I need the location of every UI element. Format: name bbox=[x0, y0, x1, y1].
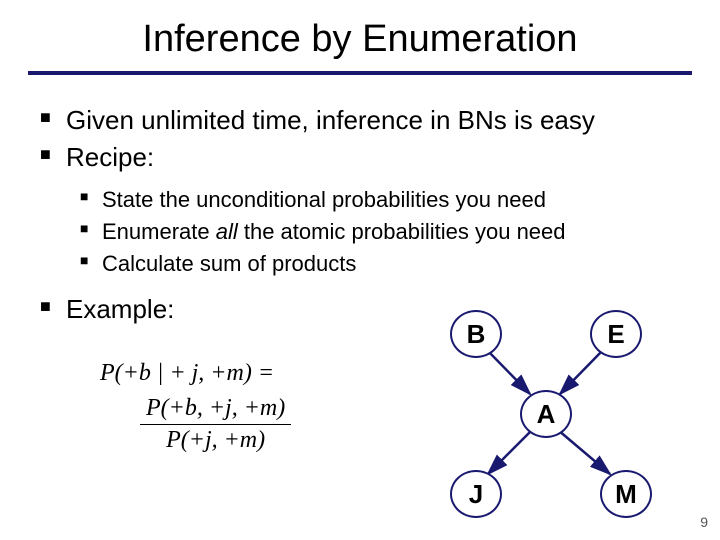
node-a: A bbox=[520, 390, 572, 438]
formula-numerator: P(+b, +j, +m) bbox=[140, 395, 291, 424]
bullet-list-level1: Given unlimited time, inference in BNs i… bbox=[40, 103, 680, 175]
bullet-list-level2: State the unconditional probabilities yo… bbox=[40, 185, 680, 278]
bayes-net-diagram: B E A J M bbox=[430, 310, 690, 530]
formula: P(+b | + j, +m) = P(+b, +j, +m) P(+j, +m… bbox=[100, 360, 291, 454]
page-number: 9 bbox=[700, 514, 708, 530]
node-m: M bbox=[600, 470, 652, 518]
text-post: the atomic probabilities you need bbox=[238, 219, 566, 244]
bullet-calculate: Calculate sum of products bbox=[80, 249, 680, 279]
formula-fraction: P(+b, +j, +m) P(+j, +m) bbox=[140, 395, 291, 454]
formula-denominator: P(+j, +m) bbox=[140, 424, 291, 454]
bullet-recipe: Recipe: bbox=[40, 140, 680, 175]
node-e: E bbox=[590, 310, 642, 358]
text-em: all bbox=[216, 219, 238, 244]
bullet-enumerate: Enumerate all the atomic probabilities y… bbox=[80, 217, 680, 247]
bullet-state: State the unconditional probabilities yo… bbox=[80, 185, 680, 215]
node-b: B bbox=[450, 310, 502, 358]
slide-title: Inference by Enumeration bbox=[0, 0, 720, 71]
formula-lhs: P(+b | + j, +m) = bbox=[100, 360, 291, 387]
text-pre: Enumerate bbox=[102, 219, 216, 244]
node-j: J bbox=[450, 470, 502, 518]
slide-content: Given unlimited time, inference in BNs i… bbox=[0, 75, 720, 327]
bullet-intro: Given unlimited time, inference in BNs i… bbox=[40, 103, 680, 138]
